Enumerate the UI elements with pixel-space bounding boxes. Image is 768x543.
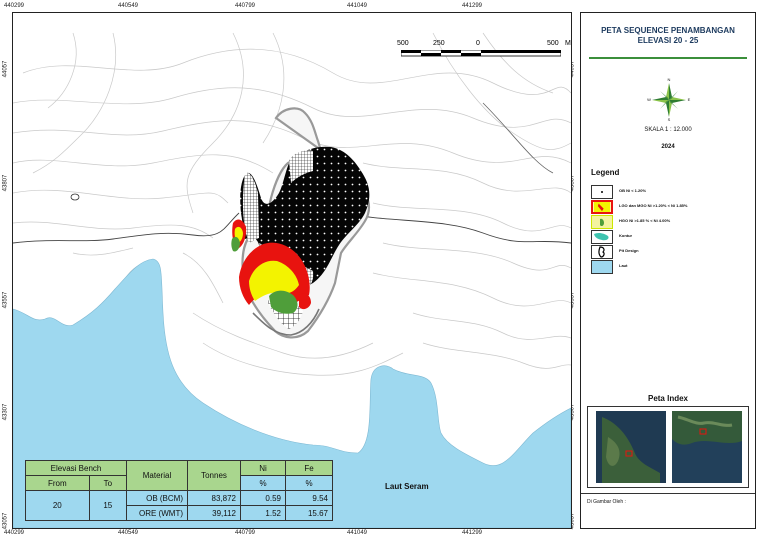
scale-bar: 500 250 0 500 M bbox=[397, 40, 571, 62]
legend-item-hgo: HGO Ni >1.85 % < Ni 4.00% bbox=[591, 215, 751, 229]
table-header-fe: Fe bbox=[285, 460, 333, 476]
compass-south-letter: S bbox=[668, 117, 671, 122]
legend-label: LGO dan MGO Ni >1.20% < Ni 1.85% bbox=[619, 203, 688, 208]
cell-fe: 15.67 bbox=[285, 505, 333, 521]
cell-tonnes: 39,112 bbox=[187, 505, 241, 521]
title-divider bbox=[589, 57, 747, 59]
legend-item-kontur: Kontur bbox=[591, 230, 751, 244]
legend-label: OB Ni < 1.20% bbox=[619, 188, 647, 193]
coord-left-4: 43307 bbox=[2, 403, 9, 421]
north-arrow-icon: N S E W bbox=[647, 77, 691, 122]
scale-bar-label-4: 500 bbox=[547, 40, 559, 47]
contour-shape-icon bbox=[591, 230, 613, 244]
legend-title: Legend bbox=[591, 168, 620, 177]
table-header-material: Material bbox=[126, 460, 188, 491]
coord-bottom-3: 440799 bbox=[235, 530, 256, 536]
green-shape-icon bbox=[591, 215, 613, 229]
black-dot-pattern-icon bbox=[591, 185, 613, 199]
map-info-panel: PETA SEQUENCE PENAMBANGAN ELEVASI 20 - 2… bbox=[580, 12, 756, 529]
table-header-to: To bbox=[88, 475, 128, 491]
legend-label: Kontur bbox=[619, 233, 633, 238]
cell-ni: 1.52 bbox=[240, 505, 286, 521]
map-title: PETA SEQUENCE PENAMBANGAN ELEVASI 20 - 2… bbox=[581, 26, 755, 46]
sea-swatch-icon bbox=[591, 260, 613, 274]
bench-summary-table: Elevasi Bench Material Tonnes Ni Fe From… bbox=[25, 460, 333, 521]
index-map[interactable] bbox=[587, 406, 749, 488]
map-frame[interactable]: 500 250 0 500 M bbox=[12, 12, 572, 529]
scale-bar-label-1: 500 bbox=[397, 40, 409, 47]
coord-bottom-1: 440299 bbox=[4, 530, 25, 536]
cell-fe: 9.54 bbox=[285, 490, 333, 506]
scale-bar-unit: M bbox=[565, 40, 571, 47]
major-contour bbox=[13, 212, 240, 244]
index-map-imagery bbox=[596, 411, 742, 483]
legend-item-lgo: LGO dan MGO Ni >1.20% < Ni 1.85% bbox=[591, 200, 751, 214]
map-title-line-2: ELEVASI 20 - 25 bbox=[637, 36, 699, 45]
sea-label: Laut Seram bbox=[385, 482, 429, 491]
coord-bottom-5: 441299 bbox=[462, 530, 483, 536]
drawn-by-label: Di Gambar Oleh : bbox=[587, 499, 626, 505]
compass-east-letter: E bbox=[688, 97, 691, 102]
compass-west-letter: W bbox=[647, 97, 651, 102]
table-header-tonnes: Tonnes bbox=[187, 460, 241, 491]
legend-item-pit: Pit Design bbox=[591, 245, 751, 259]
cell-material: ORE (WMT) bbox=[126, 505, 188, 521]
cell-material: OB (BCM) bbox=[126, 490, 188, 506]
map-canvas bbox=[13, 32, 571, 528]
scale-bar-graphic bbox=[401, 50, 561, 57]
legend-label: Laut bbox=[619, 263, 628, 268]
map-year: 2024 bbox=[661, 144, 675, 150]
coord-bottom-4: 441049 bbox=[347, 530, 368, 536]
table-header-fe-unit: % bbox=[285, 475, 333, 491]
coord-bottom-2: 440549 bbox=[118, 530, 139, 536]
coord-left-2: 43807 bbox=[2, 174, 9, 192]
map-layout: 440299 440549 440799 441049 441299 44029… bbox=[0, 0, 768, 543]
table-header-ni: Ni bbox=[240, 460, 286, 476]
coord-top-2: 440549 bbox=[118, 3, 139, 9]
table-row: 20 15 OB (BCM) 83,872 0.59 9.54 bbox=[25, 490, 333, 521]
coord-top-4: 441049 bbox=[347, 3, 368, 9]
cell-ni: 0.59 bbox=[240, 490, 286, 506]
index-map-title: Peta Index bbox=[647, 394, 688, 403]
table-header-ni-unit: % bbox=[240, 475, 286, 491]
table-header-elevasi: Elevasi Bench bbox=[25, 460, 127, 476]
coord-top-5: 441299 bbox=[462, 3, 483, 9]
cell-tonnes: 83,872 bbox=[187, 490, 241, 506]
legend-item-ob: OB Ni < 1.20% bbox=[591, 185, 751, 199]
compass-north-letter: N bbox=[668, 77, 671, 82]
cell-to-value: 15 bbox=[88, 490, 128, 521]
scale-bar-label-3: 0 bbox=[476, 40, 480, 47]
cell-from-value: 20 bbox=[25, 490, 90, 521]
legend-label: Pit Design bbox=[619, 248, 639, 253]
coord-left-3: 43557 bbox=[2, 291, 9, 309]
red-yellow-shape-icon bbox=[591, 200, 613, 214]
scale-bar-label-2: 250 bbox=[433, 40, 445, 47]
coord-top-3: 440799 bbox=[235, 3, 256, 9]
coord-left-1: 44057 bbox=[2, 60, 9, 78]
legend-item-laut: Laut bbox=[591, 260, 751, 274]
map-scale: SKALA 1 : 12.000 bbox=[644, 127, 692, 133]
pit-outline-icon bbox=[591, 245, 613, 259]
map-title-line-1: PETA SEQUENCE PENAMBANGAN bbox=[601, 26, 735, 35]
drawn-by-divider bbox=[581, 493, 755, 494]
legend-label: HGO Ni >1.85 % < Ni 4.00% bbox=[619, 218, 671, 223]
coord-left-5: 43057 bbox=[2, 512, 9, 530]
coord-top-1: 440299 bbox=[4, 3, 25, 9]
table-header-from: From bbox=[25, 475, 90, 491]
